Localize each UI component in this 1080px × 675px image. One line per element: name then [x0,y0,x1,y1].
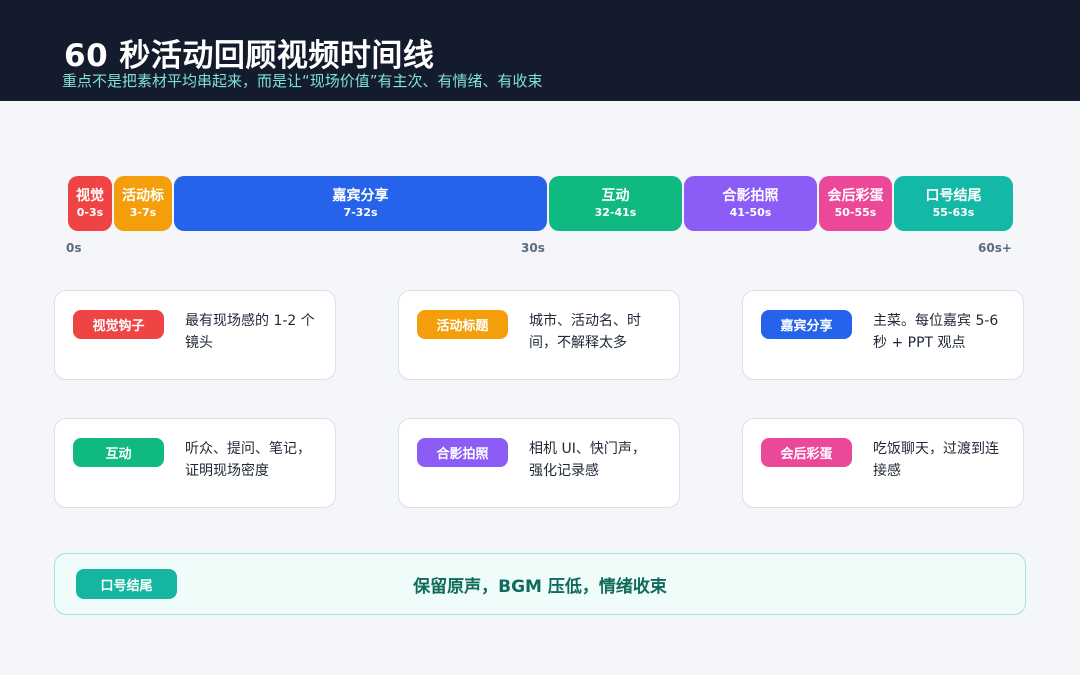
card-description: 相机 UI、快门声，强化记录感 [529,441,646,479]
page-title: 60 秒活动回顾视频时间线 [64,38,435,74]
card-tag: 互动 [73,438,164,467]
segment-label: 视觉 [76,188,104,204]
card-tag: 活动标题 [417,310,508,339]
segment-label: 会后彩蛋 [827,188,884,204]
card-easter-egg: 会后彩蛋 吃饭聊天，过渡到连接感 [742,418,1024,508]
card-event-title: 活动标题 城市、活动名、时间，不解释太多 [398,290,680,380]
segment-label: 合影拍照 [722,188,779,204]
card-tag: 视觉钩子 [73,310,164,339]
axis-label-mid: 30s [521,241,545,255]
segment-time: 7-32s [343,206,378,219]
page-subtitle: 重点不是把素材平均串起来，而是让“现场价值”有主次、有情绪、有收束 [62,72,543,90]
card-tag: 合影拍照 [417,438,508,467]
footer-card-slogan-ending: 口号结尾 保留原声，BGM 压低，情绪收束 [54,553,1026,615]
card-tag: 会后彩蛋 [761,438,852,467]
footer-text: 保留原声，BGM 压低，情绪收束 [413,577,667,597]
timeline-segment-group-photo: 合影拍照 41-50s [684,176,817,231]
timeline-segment-guest-share: 嘉宾分享 7-32s [174,176,547,231]
segment-time: 55-63s [932,206,975,219]
segment-time: 41-50s [729,206,772,219]
card-description: 主菜。每位嘉宾 5-6 秒 + PPT 观点 [873,313,999,351]
timeline-segment-slogan-ending: 口号结尾 55-63s [894,176,1013,231]
card-guest-share: 嘉宾分享 主菜。每位嘉宾 5-6 秒 + PPT 观点 [742,290,1024,380]
axis-label-start: 0s [66,241,82,255]
segment-time: 0-3s [76,206,104,219]
timeline-segment-interaction: 互动 32-41s [549,176,682,231]
timeline-segment-visual: 视觉 0-3s [68,176,112,231]
segment-label: 活动标 [122,188,164,204]
segment-time: 50-55s [834,206,877,219]
segment-label: 嘉宾分享 [332,188,389,204]
axis-label-end: 60s+ [978,241,1012,255]
header-bar: 60 秒活动回顾视频时间线 重点不是把素材平均串起来，而是让“现场价值”有主次、… [0,0,1080,101]
segment-time: 3-7s [129,206,157,219]
card-group-photo: 合影拍照 相机 UI、快门声，强化记录感 [398,418,680,508]
segment-label: 互动 [601,188,630,204]
card-interaction: 互动 听众、提问、笔记，证明现场密度 [54,418,336,508]
card-description: 最有现场感的 1-2 个镜头 [185,313,315,351]
segment-time: 32-41s [594,206,637,219]
card-visual-hook: 视觉钩子 最有现场感的 1-2 个镜头 [54,290,336,380]
timeline-segment-title: 活动标 3-7s [114,176,172,231]
card-description: 城市、活动名、时间，不解释太多 [529,313,641,351]
card-description: 吃饭聊天，过渡到连接感 [873,441,999,479]
timeline-segment-easter-egg: 会后彩蛋 50-55s [819,176,892,231]
card-tag: 嘉宾分享 [761,310,852,339]
card-description: 听众、提问、笔记，证明现场密度 [185,441,311,479]
segment-label: 口号结尾 [925,188,982,204]
